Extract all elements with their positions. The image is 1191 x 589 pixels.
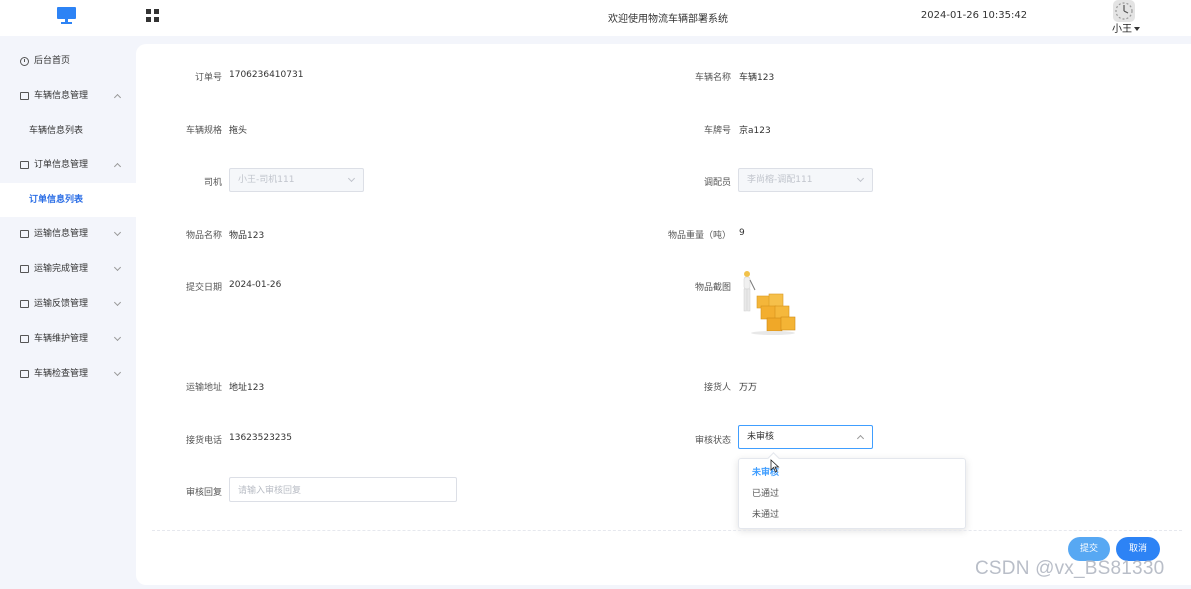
vehicle-spec-value: 拖头	[229, 126, 248, 136]
driver-select: 小王-司机111	[229, 168, 364, 192]
vehicle-spec-label: 车辆规格	[185, 126, 222, 136]
clock-icon	[20, 57, 29, 66]
review-status-select-value: 未审核	[747, 432, 775, 442]
sidebar-item-home[interactable]: 后台首页	[0, 44, 136, 79]
folder-icon	[20, 370, 29, 378]
sidebar-item-transport-feedback[interactable]: 运输反馈管理	[0, 287, 136, 322]
vehicle-name-value: 车辆123	[739, 73, 775, 83]
sidebar-subitem-vehicle-list[interactable]: 车辆信息列表	[0, 114, 136, 148]
review-reply-input[interactable]	[229, 477, 457, 502]
folder-icon	[20, 335, 29, 343]
submit-date-value: 2024-01-26	[229, 280, 282, 290]
sidebar-item-vehicle-info[interactable]: 车辆信息管理	[0, 79, 136, 114]
plate-no-value: 京a123	[739, 126, 771, 136]
form-divider	[152, 530, 1182, 531]
watermark: CSDN @vx_BS81330	[975, 558, 1165, 579]
monitor-logo-icon	[57, 7, 76, 25]
receiver-phone-label: 接货电话	[185, 436, 222, 446]
sidebar-item-order-info[interactable]: 订单信息管理	[0, 148, 136, 183]
folder-icon	[20, 300, 29, 308]
receiver-phone-value: 13623523235	[229, 433, 292, 443]
sidebar-item-label: 车辆维护管理	[34, 334, 89, 344]
order-no-label: 订单号	[194, 73, 222, 83]
chevron-down-icon	[113, 368, 122, 377]
current-datetime: 2024-01-26 10:35:42	[920, 10, 1028, 21]
receiver-label: 接货人	[703, 383, 731, 393]
chevron-down-icon	[113, 263, 122, 272]
sidebar-item-transport-info[interactable]: 运输信息管理	[0, 217, 136, 252]
sidebar-item-label: 后台首页	[34, 56, 71, 66]
sidebar: 后台首页 车辆信息管理 车辆信息列表 订单信息管理 订单信息列表 运输信息管理 …	[0, 44, 136, 392]
review-status-select[interactable]: 未审核	[738, 425, 873, 449]
folder-icon	[20, 230, 29, 238]
sidebar-item-label: 订单信息管理	[34, 160, 89, 170]
app-grid-icon[interactable]	[146, 9, 159, 22]
sidebar-item-vehicle-inspection[interactable]: 车辆检查管理	[0, 357, 136, 392]
chevron-up-icon	[856, 434, 865, 443]
top-bar: 欢迎使用物流车辆部署系统 2024-01-26 10:35:42 小王	[0, 0, 1191, 36]
review-status-label: 审核状态	[694, 436, 731, 446]
sidebar-subitem-order-list[interactable]: 订单信息列表	[0, 183, 136, 217]
chevron-down-icon	[113, 228, 122, 237]
chevron-down-icon	[856, 174, 865, 183]
chevron-down-icon	[113, 333, 122, 342]
sidebar-item-label: 运输信息管理	[34, 229, 89, 239]
username: 小王	[1112, 24, 1132, 35]
sidebar-item-label: 车辆检查管理	[34, 369, 89, 379]
dispatcher-select-value: 李尚榕-调配111	[747, 175, 813, 185]
dispatcher-select: 李尚榕-调配111	[738, 168, 873, 192]
chevron-up-icon	[113, 162, 122, 171]
folder-icon	[20, 265, 29, 273]
chevron-down-icon	[347, 174, 356, 183]
address-label: 运输地址	[185, 383, 222, 393]
avatar[interactable]	[1113, 0, 1135, 22]
option-approved[interactable]: 已通过	[739, 484, 965, 505]
address-value: 地址123	[229, 383, 265, 393]
dispatcher-label: 调配员	[703, 178, 731, 188]
goods-image	[741, 270, 797, 336]
vehicle-name-label: 车辆名称	[694, 73, 731, 83]
sidebar-item-label: 运输反馈管理	[34, 299, 89, 309]
review-reply-label: 审核回复	[185, 488, 222, 498]
goods-weight-label: 物品重量（吨）	[667, 231, 731, 241]
goods-name-label: 物品名称	[185, 231, 222, 241]
receiver-value: 万万	[739, 383, 758, 393]
folder-icon	[20, 161, 29, 169]
sidebar-item-label: 车辆信息管理	[34, 91, 89, 101]
goods-name-value: 物品123	[229, 231, 265, 241]
plate-no-label: 车牌号	[703, 126, 731, 136]
mouse-cursor-icon	[770, 459, 780, 476]
chevron-down-icon	[113, 298, 122, 307]
goods-image-label: 物品截图	[694, 283, 731, 293]
sidebar-item-label: 运输完成管理	[34, 264, 89, 274]
driver-label: 司机	[203, 178, 222, 188]
sidebar-item-transport-complete[interactable]: 运输完成管理	[0, 252, 136, 287]
chevron-up-icon	[113, 93, 122, 102]
sidebar-item-vehicle-maintenance[interactable]: 车辆维护管理	[0, 322, 136, 357]
system-title: 欢迎使用物流车辆部署系统	[608, 14, 728, 25]
submit-date-label: 提交日期	[185, 283, 222, 293]
option-rejected[interactable]: 未通过	[739, 505, 965, 526]
caret-down-icon	[1134, 27, 1140, 31]
driver-select-value: 小王-司机111	[238, 175, 295, 185]
user-menu[interactable]: 小王	[1112, 20, 1140, 35]
folder-icon	[20, 92, 29, 100]
goods-weight-value: 9	[739, 228, 745, 238]
order-no-value: 1706236410731	[229, 70, 304, 80]
